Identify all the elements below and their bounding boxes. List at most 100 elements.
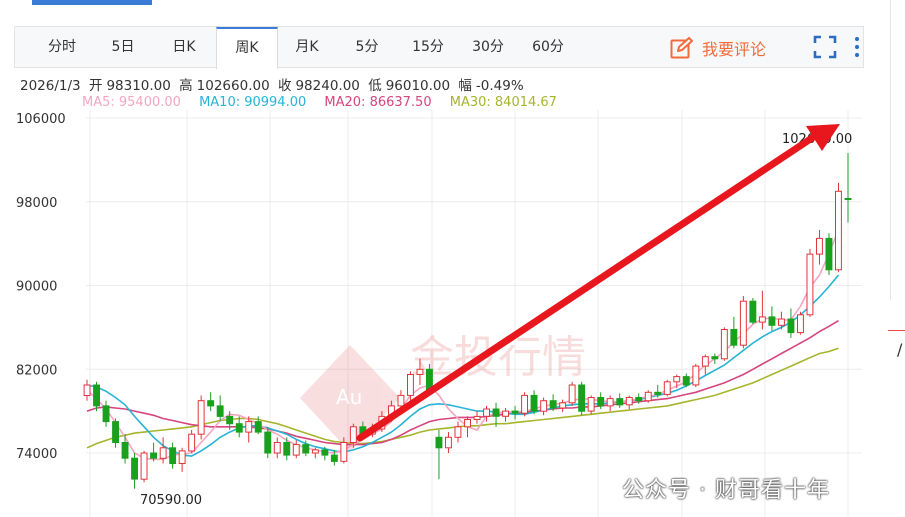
candle-body-up xyxy=(644,391,652,402)
y-tick-label: 82000 xyxy=(16,363,57,378)
candle-body-up xyxy=(245,421,253,433)
candle-body-up xyxy=(606,398,614,407)
candle-body-up xyxy=(625,397,633,406)
candle-body-down xyxy=(492,408,500,417)
watermark-text: 金投行情 xyxy=(410,332,586,383)
candle-body-up xyxy=(273,442,281,454)
watermark: Au 金投行情 xyxy=(300,332,586,452)
candle xyxy=(606,395,614,412)
candle xyxy=(521,392,528,417)
y-tick-label: 90000 xyxy=(16,280,57,295)
candle xyxy=(102,400,110,427)
candle xyxy=(682,373,690,388)
candle-body-up xyxy=(758,316,766,323)
candle-body-up xyxy=(816,237,823,255)
edge-glyph: / xyxy=(897,340,903,359)
candle-body-down xyxy=(207,400,215,407)
candle xyxy=(540,397,548,416)
candle-body-up xyxy=(292,444,300,456)
candle-body-down xyxy=(216,405,224,417)
candle-body-down xyxy=(635,397,643,402)
candle-body-up xyxy=(701,356,709,367)
candle xyxy=(511,405,519,420)
candle xyxy=(112,418,119,448)
candle-body-up xyxy=(739,300,747,346)
candle xyxy=(711,353,719,365)
candle xyxy=(131,453,139,489)
candle xyxy=(749,298,757,325)
candle-body-up xyxy=(464,419,472,428)
candle xyxy=(93,381,100,412)
candle xyxy=(150,442,158,462)
candle-body-down xyxy=(530,394,538,412)
candle xyxy=(644,390,652,403)
candle xyxy=(692,364,700,388)
candle-body-up xyxy=(83,384,91,396)
candle-body-up xyxy=(778,318,785,326)
y-tick-label: 98000 xyxy=(16,196,57,211)
candle-body-down xyxy=(711,356,719,360)
candle xyxy=(616,393,624,408)
candle-body-up xyxy=(568,384,576,404)
candle xyxy=(787,308,795,338)
candle-body-down xyxy=(768,316,776,326)
candle xyxy=(578,381,586,416)
candle-body-up xyxy=(692,365,700,386)
candle-body-up xyxy=(502,410,510,417)
candle-body-up xyxy=(673,376,681,383)
candle xyxy=(844,152,852,223)
candles xyxy=(83,152,852,489)
candle-body-up xyxy=(559,402,567,409)
candle-body-up xyxy=(416,368,424,375)
candle xyxy=(140,450,148,483)
candle-body-up xyxy=(835,190,842,271)
candle xyxy=(797,311,804,335)
candle xyxy=(273,437,281,459)
candle-body-down xyxy=(93,384,100,407)
candle-body-down xyxy=(226,415,234,425)
candle-body-down xyxy=(102,405,110,423)
candle-body-down xyxy=(235,423,243,433)
candle-body-up xyxy=(483,408,491,417)
watermark-small-text: Au xyxy=(336,385,362,409)
wechat-watermark: 公众号 · 财哥看十年 xyxy=(622,478,830,503)
candle-body-down xyxy=(787,318,795,334)
candle-body-down xyxy=(169,447,177,464)
candle-body-down xyxy=(825,237,833,271)
candle xyxy=(502,407,510,422)
candle-body-up xyxy=(407,374,414,396)
candle xyxy=(407,371,414,401)
candle-body-down xyxy=(112,421,119,444)
candle xyxy=(768,306,776,331)
candle xyxy=(835,182,842,272)
candle xyxy=(216,395,224,422)
candle xyxy=(559,399,567,413)
candle xyxy=(739,295,747,349)
candle xyxy=(454,421,462,443)
candle-body-down xyxy=(749,300,757,323)
candle-body-up xyxy=(349,426,357,443)
candle-body-down xyxy=(549,400,557,409)
candle xyxy=(83,379,91,401)
candle-body-down xyxy=(654,391,662,395)
candle xyxy=(473,411,481,424)
candle-body-up xyxy=(159,447,167,459)
candle-body-up xyxy=(587,397,595,412)
candle xyxy=(188,429,196,453)
candle-body-up xyxy=(521,394,528,414)
candle-body-up xyxy=(454,426,462,438)
candle-body-up xyxy=(178,450,186,464)
candle xyxy=(625,395,633,410)
candle xyxy=(197,395,205,440)
candle xyxy=(530,390,538,415)
candle-body-down xyxy=(597,397,605,407)
candle xyxy=(730,316,738,349)
y-tick-label: 74000 xyxy=(16,447,57,462)
candle-body-down xyxy=(264,431,272,454)
candle-body-up xyxy=(197,400,205,435)
candle-body-up xyxy=(663,381,671,395)
candle-body-down xyxy=(150,452,158,459)
candle xyxy=(445,432,452,453)
candle-body-down xyxy=(302,444,310,454)
candle xyxy=(663,379,671,397)
